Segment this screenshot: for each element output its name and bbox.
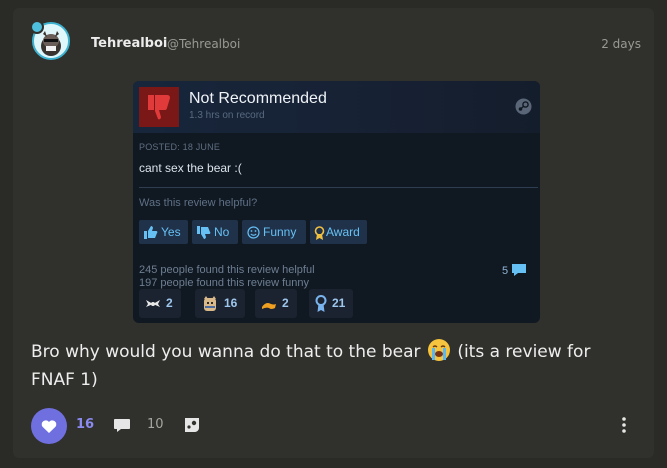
funny-stat: 197 people found this review funny [139,277,310,289]
review-posted-date: POSTED: 18 JUNE [139,142,221,152]
review-header: Not Recommended 1.3 hrs on record [133,81,540,133]
award-item-3[interactable]: 2 [255,289,297,318]
award-item-2[interactable]: 16 [195,289,246,318]
thumbs-down-icon [139,87,179,127]
award-ribbon-icon [314,226,325,240]
award-count-4: 21 [332,296,346,310]
smile-icon [247,226,260,239]
review-verdict: Not Recommended [189,90,327,107]
arm-award-icon [262,302,276,309]
vote-funny-label: Funny [263,225,297,239]
steam-review-embed[interactable]: Not Recommended 1.3 hrs on record POSTED… [133,81,540,323]
review-comment-count: 5 [502,265,509,277]
review-comments[interactable]: 5 [502,263,527,277]
vote-yes-label: Yes [161,225,181,239]
comment-bubble-icon [512,264,527,276]
user-handle[interactable]: @Tehrealboi [167,37,240,51]
medal-award-icon [315,295,327,313]
review-text: cant sex the bear :( [139,161,242,175]
vote-yes-button[interactable]: Yes [139,220,188,244]
thumbs-up-icon [144,226,158,240]
award-item-1[interactable]: 2 [139,289,181,318]
cat-award-icon [204,295,216,311]
post-time: 2 days [601,37,641,51]
review-hours: 1.3 hrs on record [189,110,265,121]
like-count: 16 [76,417,95,432]
thumbs-down-icon [197,226,211,240]
more-vertical-icon[interactable] [618,415,630,435]
vote-no-button[interactable]: No [192,220,238,244]
award-count-2: 16 [224,296,238,310]
award-item-4[interactable]: 21 [309,289,354,318]
vote-no-label: No [214,225,230,239]
vote-funny-button[interactable]: Funny [242,220,306,244]
award-count-1: 2 [166,296,173,310]
post-text-main: Bro why would you wanna do that to the b… [31,342,421,362]
heart-icon [41,420,57,433]
username[interactable]: Tehrealboi [91,36,167,51]
steam-share-icon[interactable] [183,416,201,434]
online-badge [30,20,44,34]
award-button[interactable]: Award [310,220,367,244]
helpful-stat: 245 people found this review helpful [139,264,315,276]
award-label: Award [326,225,360,239]
steam-logo-icon[interactable] [515,98,532,115]
wings-award-icon [146,299,160,307]
comment-count: 10 [147,417,164,432]
like-button[interactable] [31,408,67,444]
helpful-question: Was this review helpful? [139,197,258,209]
post-text: Bro why would you wanna do that to the b… [31,338,621,394]
award-count-3: 2 [282,296,289,310]
crying-emoji-icon [427,339,450,361]
post-card: Tehrealboi @Tehrealboi 2 days Not Recomm… [13,8,654,458]
comment-icon[interactable] [113,416,131,434]
review-divider [139,187,538,188]
